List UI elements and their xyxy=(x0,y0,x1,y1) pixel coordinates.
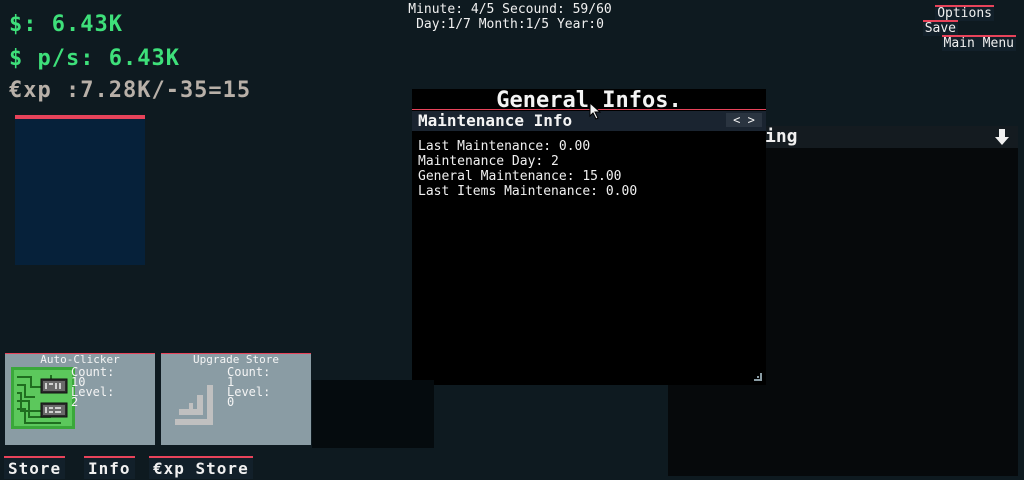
info-button[interactable]: Info xyxy=(84,456,135,479)
upgrade-store-card[interactable]: Upgrade Store Count: 1 Level: 0 xyxy=(161,353,311,445)
circuit-board-icon xyxy=(11,367,75,429)
xp-display: €xp :7.28K/-35=15 xyxy=(9,78,252,103)
info-line: Last Maintenance: 0.00 xyxy=(418,139,591,154)
game-clock: Minute: 4/5 Secound: 59/60 Day:1/7 Month… xyxy=(340,2,680,32)
store-button[interactable]: Store xyxy=(4,456,66,479)
info-line: Maintenance Day: 2 xyxy=(418,154,559,169)
general-infos-window: General Infos. Maintenance Info < > Last… xyxy=(412,89,766,385)
card-count: Count: 1 Level: 0 xyxy=(227,366,270,409)
arrow-down-icon[interactable] xyxy=(994,128,1010,146)
maintenance-info-text: Last Maintenance: 0.00 Maintenance Day: … xyxy=(418,139,637,199)
level-value: 2 xyxy=(71,395,79,409)
info-line: General Maintenance: 15.00 xyxy=(418,169,622,184)
auto-clicker-card[interactable]: Auto-Clicker Count: 10 Level: 2 xyxy=(5,353,155,445)
clock-line-time: Minute: 4/5 Secound: 59/60 xyxy=(408,2,612,17)
section-nav-button[interactable]: < > xyxy=(726,113,762,127)
dark-strip xyxy=(312,380,434,448)
money-display: $: 6.43K xyxy=(9,12,123,37)
left-info-panel xyxy=(15,115,145,265)
resize-handle-icon[interactable] xyxy=(754,373,764,383)
clock-line-date: Day:1/7 Month:1/5 Year:0 xyxy=(416,17,604,32)
xp-store-button[interactable]: €xp Store xyxy=(149,456,253,479)
info-line: Last Items Maintenance: 0.00 xyxy=(418,184,638,199)
level-value: 0 xyxy=(227,395,235,409)
options-button[interactable]: Options xyxy=(935,5,994,21)
mouse-cursor-icon xyxy=(589,102,601,120)
section-title: Maintenance Info xyxy=(418,111,573,130)
main-menu-button[interactable]: Main Menu xyxy=(941,35,1016,51)
background-panel-title: ing xyxy=(765,126,798,147)
upgrade-store-icon xyxy=(175,385,213,425)
card-count: Count: 10 Level: 2 xyxy=(71,366,114,409)
money-per-second-display: $ p/s: 6.43K xyxy=(9,46,180,71)
save-button[interactable]: Save xyxy=(922,20,958,36)
